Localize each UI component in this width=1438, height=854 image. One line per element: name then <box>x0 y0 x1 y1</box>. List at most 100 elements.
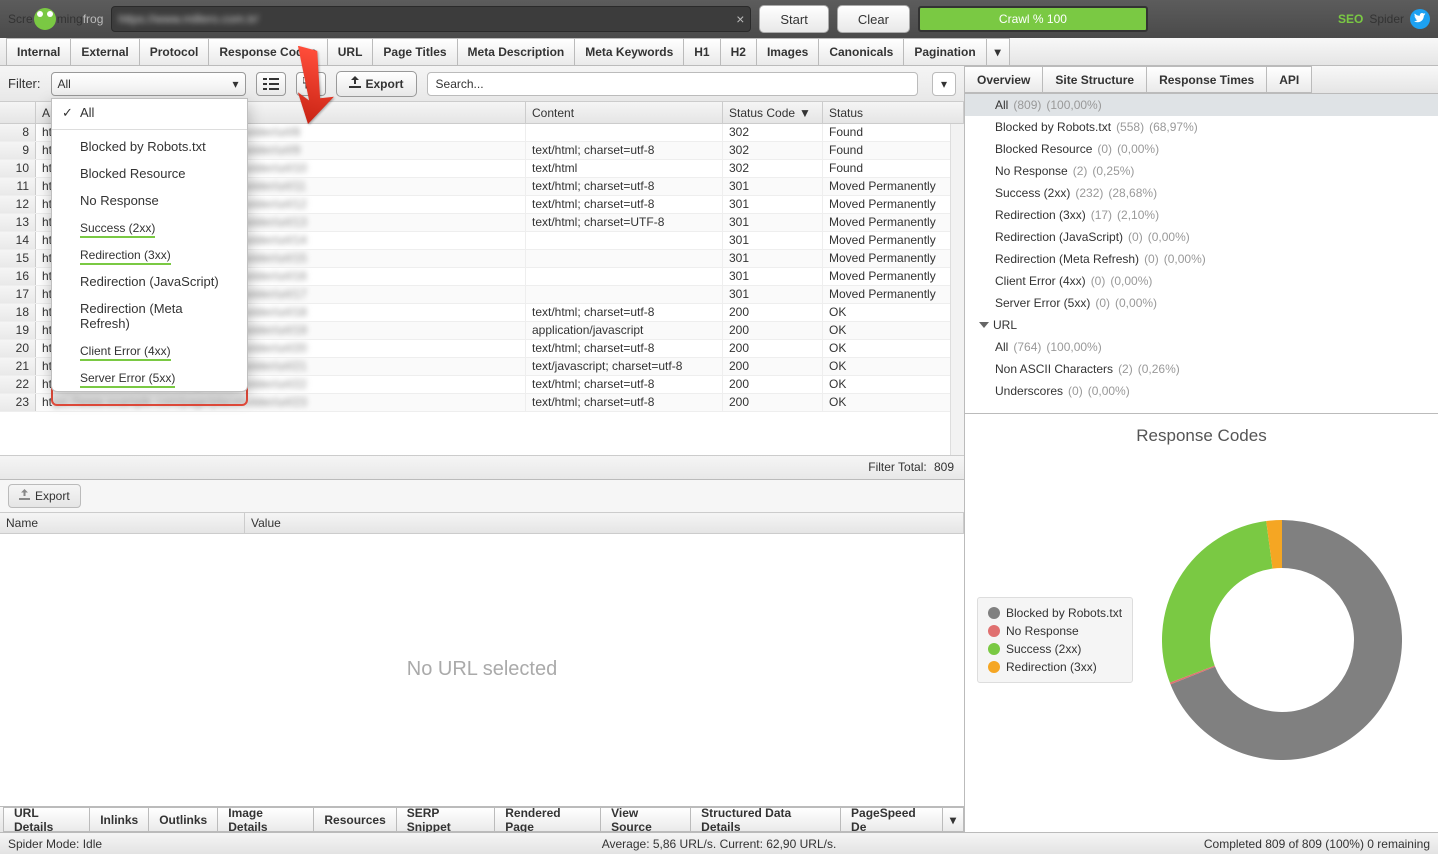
overview-item[interactable]: Underscores (0) (0,00%) <box>965 380 1438 402</box>
overview-item[interactable]: Non ASCII Characters (2) (0,26%) <box>965 358 1438 380</box>
logo-frog-icon <box>33 8 57 30</box>
bottom-tab[interactable]: SERP Snippet <box>396 807 495 832</box>
bottom-tab[interactable]: Image Details <box>217 807 314 832</box>
filter-option[interactable]: Blocked by Robots.txt <box>52 133 247 160</box>
tab-canonicals[interactable]: Canonicals <box>818 38 904 65</box>
bottom-tab[interactable]: Inlinks <box>89 807 149 832</box>
tab-h2[interactable]: H2 <box>720 38 757 65</box>
filter-total-label: Filter Total: <box>868 460 926 474</box>
crawl-progress: Crawl % 100 <box>918 6 1148 32</box>
tab-url[interactable]: URL <box>327 38 374 65</box>
tree-view-button[interactable] <box>296 72 326 96</box>
upload-icon <box>349 76 361 91</box>
overview-item[interactable]: Redirection (Meta Refresh) (0) (0,00%) <box>965 248 1438 270</box>
overview-item[interactable]: Redirection (JavaScript) (0) (0,00%) <box>965 226 1438 248</box>
tab-meta-description[interactable]: Meta Description <box>457 38 576 65</box>
filter-selected-value: All <box>58 77 71 91</box>
filter-option[interactable]: Redirection (Meta Refresh) <box>52 295 247 337</box>
filter-option[interactable]: All <box>52 99 247 126</box>
filter-option[interactable]: Redirection (JavaScript) <box>52 268 247 295</box>
bottom-tab[interactable]: Resources <box>313 807 396 832</box>
filter-option[interactable]: No Response <box>52 187 247 214</box>
filter-option[interactable]: Redirection (3xx) <box>52 241 247 268</box>
filter-option[interactable]: Blocked Resource <box>52 160 247 187</box>
top-bar: Scre ming frog https://www.millero.com.t… <box>0 0 1438 38</box>
tab-h1[interactable]: H1 <box>683 38 720 65</box>
status-mode: Spider Mode: Idle <box>8 837 102 851</box>
tab-page-titles[interactable]: Page Titles <box>372 38 457 65</box>
export-button[interactable]: Export <box>336 71 417 97</box>
chart-legend: Blocked by Robots.txtNo ResponseSuccess … <box>977 597 1133 683</box>
filter-option[interactable]: Server Error (5xx) <box>52 364 247 391</box>
filter-total-value: 809 <box>934 460 954 474</box>
overview-item[interactable]: Blocked Resource (0) (0,00%) <box>965 138 1438 160</box>
filter-option[interactable]: Success (2xx) <box>52 214 247 241</box>
logo-text-pre: Scre <box>8 12 33 26</box>
url-clear-icon[interactable]: × <box>736 11 744 27</box>
bottom-tab[interactable]: URL Details <box>3 807 90 832</box>
search-placeholder: Search... <box>436 77 484 91</box>
start-button[interactable]: Start <box>759 5 828 33</box>
tab-protocol[interactable]: Protocol <box>139 38 210 65</box>
logo: Scre ming frog <box>8 8 103 30</box>
chart-area: Response Codes Blocked by Robots.txtNo R… <box>965 414 1438 832</box>
overview-item[interactable]: No Response (2) (0,25%) <box>965 160 1438 182</box>
th-rownum[interactable] <box>0 102 36 123</box>
tab-external[interactable]: External <box>70 38 139 65</box>
logo-text-post: ming <box>57 12 83 26</box>
overview-item[interactable]: Success (2xx) (232) (28,68%) <box>965 182 1438 204</box>
list-view-button[interactable] <box>256 72 286 96</box>
donut-chart <box>1133 520 1430 760</box>
tab-more[interactable]: ▾ <box>986 38 1010 65</box>
right-tab[interactable]: API <box>1266 66 1312 93</box>
right-tab[interactable]: Site Structure <box>1042 66 1147 93</box>
url-input-value: https://www.millero.com.tr/ <box>118 12 258 26</box>
lh-name[interactable]: Name <box>0 513 245 533</box>
right-tab[interactable]: Response Times <box>1146 66 1267 93</box>
overview-item[interactable]: Redirection (3xx) (17) (2,10%) <box>965 204 1438 226</box>
filter-option[interactable]: Client Error (4xx) <box>52 337 247 364</box>
tab-internal[interactable]: Internal <box>6 38 71 65</box>
overview-item[interactable]: Client Error (4xx) (0) (0,00%) <box>965 270 1438 292</box>
seo-spider-label: SEO Spider <box>1338 9 1430 29</box>
spider-label: Spider <box>1369 12 1404 26</box>
logo-text-tail: frog <box>83 12 104 26</box>
search-input[interactable]: Search... <box>427 72 918 96</box>
lower-export-button[interactable]: Export <box>8 484 81 508</box>
overview-item[interactable]: Blocked by Robots.txt (558) (68,97%) <box>965 116 1438 138</box>
bottom-tab[interactable]: Outlinks <box>148 807 218 832</box>
upload-icon <box>19 489 30 503</box>
overview-section-url[interactable]: URL <box>965 314 1438 336</box>
bottom-tab[interactable]: PageSpeed De <box>840 807 943 832</box>
clear-button[interactable]: Clear <box>837 5 910 33</box>
bottom-tab[interactable]: Rendered Page <box>494 807 601 832</box>
tab-pagination[interactable]: Pagination <box>903 38 986 65</box>
th-content[interactable]: Content <box>526 102 723 123</box>
th-status-code[interactable]: Status Code▼ <box>723 102 823 123</box>
search-options-button[interactable]: ▾ <box>932 72 956 96</box>
lower-body: No URL selected <box>0 534 964 807</box>
tab-images[interactable]: Images <box>756 38 819 65</box>
tab-response-codes[interactable]: Response Codes <box>208 38 327 65</box>
right-tab[interactable]: Overview <box>964 66 1043 93</box>
sort-icon: ▼ <box>799 106 811 120</box>
legend-item: No Response <box>988 622 1122 640</box>
status-completed: Completed 809 of 809 (100%) 0 remaining <box>1204 837 1430 851</box>
scrollbar[interactable] <box>950 124 964 455</box>
url-input[interactable]: https://www.millero.com.tr/ × <box>111 6 751 32</box>
overview-item[interactable]: All (809) (100,00%) <box>965 94 1438 116</box>
th-status[interactable]: Status <box>823 102 964 123</box>
filter-select[interactable]: All ▾ <box>51 72 246 96</box>
twitter-icon[interactable] <box>1410 9 1430 29</box>
overview-item[interactable]: Server Error (5xx) (0) (0,00%) <box>965 292 1438 314</box>
lh-value[interactable]: Value <box>245 513 964 533</box>
table-row[interactable]: 23 https://www.example.com/page/placehol… <box>0 394 964 412</box>
bottom-tab[interactable]: Structured Data Details <box>690 807 841 832</box>
overview-panel[interactable]: All (809) (100,00%)Blocked by Robots.txt… <box>965 94 1438 414</box>
bottom-tabs: URL DetailsInlinksOutlinksImage DetailsR… <box>0 806 964 832</box>
bottom-tab-more[interactable]: ▾ <box>942 807 964 832</box>
chart-title: Response Codes <box>973 426 1430 446</box>
bottom-tab[interactable]: View Source <box>600 807 691 832</box>
overview-item[interactable]: All (764) (100,00%) <box>965 336 1438 358</box>
tab-meta-keywords[interactable]: Meta Keywords <box>574 38 684 65</box>
